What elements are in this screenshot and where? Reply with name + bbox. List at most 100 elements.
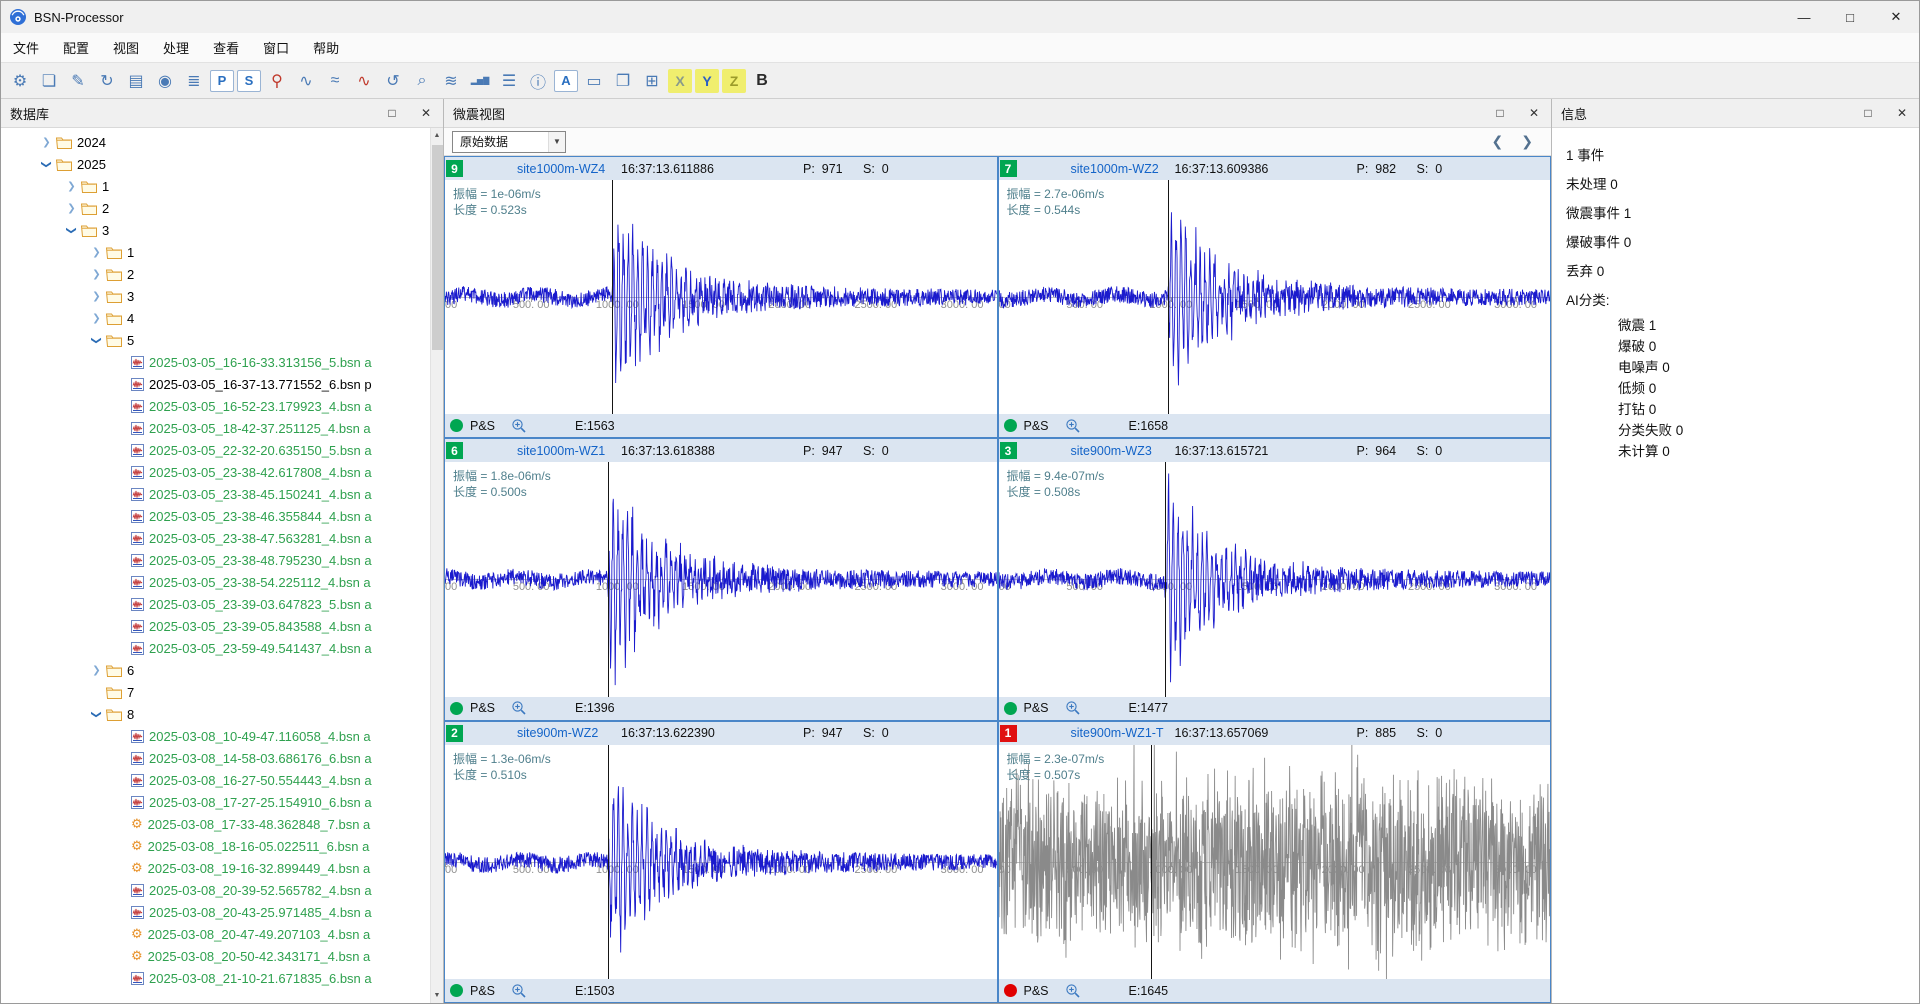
prev-event-button[interactable]: ❮ xyxy=(1492,133,1504,150)
p-pick-marker[interactable] xyxy=(608,462,609,696)
tree-folder-row[interactable]: ❯2 xyxy=(1,197,443,219)
tree-folder-row[interactable]: ❯1 xyxy=(1,241,443,263)
maximize-button[interactable]: □ xyxy=(1827,1,1873,33)
minimize-button[interactable]: — xyxy=(1781,1,1827,33)
menu-item[interactable]: 查看 xyxy=(201,33,251,62)
status-dot[interactable] xyxy=(1004,419,1017,432)
data-source-dropdown[interactable]: 原始数据 ▼ xyxy=(452,131,566,153)
waveform-plot[interactable]: 0. 00500. 001000. 001500. 002000. 002500… xyxy=(445,180,997,414)
scroll-up-icon[interactable]: ▲ xyxy=(431,128,443,143)
waveform-plot[interactable]: 0. 00500. 001000. 001500. 002000. 002500… xyxy=(445,745,997,979)
tree-file-row[interactable]: 2025-03-08_20-39-52.565782_4.bsn a xyxy=(1,879,443,901)
selection-box-icon[interactable]: ▭ xyxy=(581,68,607,94)
tree-folder-row[interactable]: ❯5 xyxy=(1,329,443,351)
tree-folder-row[interactable]: ❯6 xyxy=(1,659,443,681)
tree-file-row[interactable]: 2025-03-05_23-38-45.150241_4.bsn a xyxy=(1,483,443,505)
tree-file-row[interactable]: 2025-03-05_23-38-42.617808_4.bsn a xyxy=(1,461,443,483)
site-name[interactable]: site900m-WZ3 xyxy=(1071,444,1175,458)
tree-file-row[interactable]: 2025-03-05_23-38-47.563281_4.bsn a xyxy=(1,527,443,549)
tree-folder-row[interactable]: ❯2 xyxy=(1,263,443,285)
pages-icon[interactable]: ❐ xyxy=(610,68,636,94)
axis-z-icon[interactable]: Z xyxy=(722,69,746,93)
panel-maximize-button[interactable]: □ xyxy=(1851,99,1885,127)
p-phase-icon[interactable]: P xyxy=(210,70,234,92)
tree-file-row[interactable]: 2025-03-05_23-38-48.795230_4.bsn a xyxy=(1,549,443,571)
tree-file-row[interactable]: 2025-03-08_14-58-03.686176_6.bsn a xyxy=(1,747,443,769)
menu-item[interactable]: 文件 xyxy=(1,33,51,62)
refresh-icon[interactable]: ↻ xyxy=(94,68,120,94)
menu-item[interactable]: 配置 xyxy=(51,33,101,62)
status-dot[interactable] xyxy=(1004,984,1017,997)
tree-file-row[interactable]: 2025-03-05_22-32-20.635150_5.bsn a xyxy=(1,439,443,461)
tree-file-row[interactable]: 2025-03-05_16-16-33.313156_5.bsn a xyxy=(1,351,443,373)
status-dot[interactable] xyxy=(1004,702,1017,715)
report-icon[interactable]: ▤ xyxy=(123,68,149,94)
menu-item[interactable]: 视图 xyxy=(101,33,151,62)
chevron-collapsed-icon[interactable]: ❯ xyxy=(88,247,105,258)
site-name[interactable]: site900m-WZ2 xyxy=(517,726,621,740)
chevron-collapsed-icon[interactable]: ❯ xyxy=(63,181,80,192)
p-pick-marker[interactable] xyxy=(1168,180,1169,414)
menu-item[interactable]: 窗口 xyxy=(251,33,301,62)
site-name[interactable]: site900m-WZ1-T xyxy=(1071,726,1175,740)
tree-file-row[interactable]: 2025-03-08_21-10-21.671835_6.bsn a xyxy=(1,967,443,989)
tree-file-row[interactable]: 2025-03-08_10-49-47.116058_4.bsn a xyxy=(1,725,443,747)
search-waveform-icon[interactable]: ⌕ xyxy=(409,68,435,94)
chevron-expanded-icon[interactable]: ❯ xyxy=(88,335,105,346)
close-button[interactable]: ✕ xyxy=(1873,1,1919,33)
tree-folder-row[interactable]: ❯2025 xyxy=(1,153,443,175)
tree-file-row[interactable]: ⚙2025-03-08_18-16-05.022511_6.bsn a xyxy=(1,835,443,857)
tree-file-row[interactable]: 2025-03-05_23-59-49.541437_4.bsn a xyxy=(1,637,443,659)
chevron-expanded-icon[interactable]: ❯ xyxy=(38,159,55,170)
p-pick-marker[interactable] xyxy=(1151,745,1152,979)
tree-file-row[interactable]: 2025-03-05_16-37-13.771552_6.bsn p xyxy=(1,373,443,395)
chevron-collapsed-icon[interactable]: ❯ xyxy=(88,665,105,676)
tree-file-row[interactable]: ⚙2025-03-08_19-16-32.899449_4.bsn a xyxy=(1,857,443,879)
folder-new-icon[interactable]: ❏ xyxy=(36,68,62,94)
panel-maximize-button[interactable]: □ xyxy=(375,99,409,127)
axis-y-icon[interactable]: Y xyxy=(695,69,719,93)
tree-folder-row[interactable]: ❯3 xyxy=(1,285,443,307)
edit-document-icon[interactable]: ✎ xyxy=(65,68,91,94)
location-pin-icon[interactable]: ⚲ xyxy=(264,68,290,94)
chevron-collapsed-icon[interactable]: ❯ xyxy=(38,137,55,148)
chevron-collapsed-icon[interactable]: ❯ xyxy=(88,291,105,302)
site-name[interactable]: site1000m-WZ4 xyxy=(517,162,621,176)
axis-x-icon[interactable]: X xyxy=(668,69,692,93)
next-event-button[interactable]: ❯ xyxy=(1521,133,1533,150)
waveform-plot[interactable]: 0. 00500. 001000. 001500. 002000. 002500… xyxy=(999,462,1551,696)
zoom-icon[interactable] xyxy=(1065,418,1081,434)
database-icon[interactable]: ≣ xyxy=(181,68,207,94)
p-pick-marker[interactable] xyxy=(612,180,613,414)
tree-file-row[interactable]: 2025-03-08_17-27-25.154910_6.bsn a xyxy=(1,791,443,813)
crosshair-box-icon[interactable]: ⊞ xyxy=(639,68,665,94)
tree-folder-row[interactable]: ❯8 xyxy=(1,703,443,725)
chevron-collapsed-icon[interactable]: ❯ xyxy=(63,203,80,214)
bold-b-icon[interactable]: B xyxy=(749,68,775,94)
waveform-red-icon[interactable]: ∿ xyxy=(351,68,377,94)
zoom-icon[interactable] xyxy=(1065,700,1081,716)
zoom-icon[interactable] xyxy=(511,418,527,434)
histogram-icon[interactable]: ▂▅▇ xyxy=(467,68,493,94)
p-pick-marker[interactable] xyxy=(1165,462,1166,696)
waveform-plot[interactable]: 0. 00500. 001000. 001500. 002000. 002500… xyxy=(445,462,997,696)
letter-a-icon[interactable]: A xyxy=(554,70,578,92)
p-pick-marker[interactable] xyxy=(608,745,609,979)
menu-item[interactable]: 帮助 xyxy=(301,33,351,62)
tree-folder-row[interactable]: ❯1 xyxy=(1,175,443,197)
site-name[interactable]: site1000m-WZ2 xyxy=(1071,162,1175,176)
chevron-down-icon[interactable]: ▼ xyxy=(548,132,565,152)
status-dot[interactable] xyxy=(450,419,463,432)
panel-close-button[interactable]: ✕ xyxy=(1517,99,1551,127)
status-dot[interactable] xyxy=(450,702,463,715)
chevron-expanded-icon[interactable]: ❯ xyxy=(63,225,80,236)
tree-file-row[interactable]: 2025-03-05_23-39-05.843588_4.bsn a xyxy=(1,615,443,637)
s-phase-icon[interactable]: S xyxy=(237,70,261,92)
tree-file-row[interactable]: ⚙2025-03-08_20-47-49.207103_4.bsn a xyxy=(1,923,443,945)
power-icon[interactable]: ◉ xyxy=(152,68,178,94)
tree-file-row[interactable]: 2025-03-05_23-39-03.647823_5.bsn a xyxy=(1,593,443,615)
zoom-icon[interactable] xyxy=(1065,983,1081,999)
scrollbar-thumb[interactable] xyxy=(432,145,443,350)
tree-file-row[interactable]: ⚙2025-03-08_20-50-42.343171_4.bsn a xyxy=(1,945,443,967)
tree-folder-row[interactable]: 7 xyxy=(1,681,443,703)
